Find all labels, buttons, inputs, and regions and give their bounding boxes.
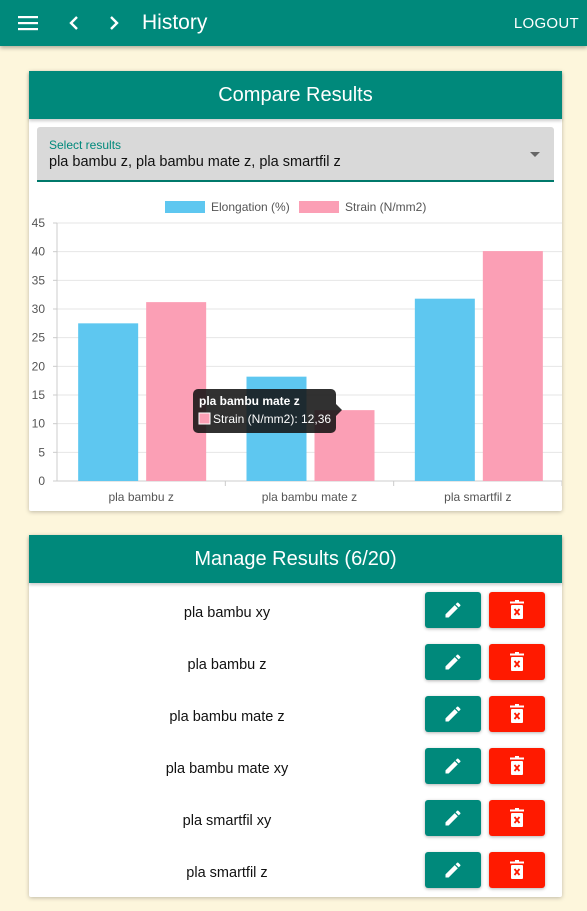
manage-results-card: Manage Results (6/20) pla bambu xy pla ba… xyxy=(29,535,562,897)
x-tick-label: pla smartfil z xyxy=(444,490,511,504)
trash-icon xyxy=(510,860,524,879)
trash-icon xyxy=(510,600,524,619)
y-tick-label: 30 xyxy=(32,302,46,316)
y-tick-label: 40 xyxy=(32,245,46,259)
delete-button[interactable] xyxy=(489,592,545,628)
result-name: pla smartfil xy xyxy=(182,813,272,829)
bar-elongation xyxy=(78,323,139,481)
trash-icon xyxy=(510,808,524,827)
result-row: pla smartfil xy xyxy=(29,795,562,847)
manage-results-title: Manage Results (6/20) xyxy=(29,535,562,583)
legend-label: Elongation (%) xyxy=(211,200,290,214)
edit-button[interactable] xyxy=(425,748,481,784)
menu-button[interactable] xyxy=(8,0,48,46)
tooltip-title: pla bambu mate z xyxy=(199,394,300,408)
tooltip-swatch xyxy=(198,412,211,425)
edit-button[interactable] xyxy=(425,644,481,680)
page-title: History xyxy=(142,11,208,34)
select-label: Select results xyxy=(49,138,122,152)
pencil-icon xyxy=(445,810,461,826)
comparison-bar-chart: 0 5 10 15 20 25 30 35 40 45 pla bambu z pla bambu m… xyxy=(32,200,562,504)
delete-button[interactable] xyxy=(489,852,545,888)
result-row: pla bambu xy xyxy=(29,587,562,639)
back-button[interactable] xyxy=(54,0,94,46)
delete-button[interactable] xyxy=(489,800,545,836)
select-value: pla bambu z, pla bambu mate z, pla smart… xyxy=(49,154,341,170)
y-tick-label: 20 xyxy=(32,359,46,373)
result-name: pla bambu xy xyxy=(183,605,271,621)
result-name: pla smartfil z xyxy=(186,865,268,881)
result-name: pla bambu mate xy xyxy=(165,761,289,777)
edit-button[interactable] xyxy=(425,852,481,888)
bar-strain xyxy=(482,251,543,481)
delete-button[interactable] xyxy=(489,696,545,732)
x-tick-label: pla bambu mate z xyxy=(262,490,357,504)
x-tick-label: pla bambu z xyxy=(108,490,173,504)
delete-button[interactable] xyxy=(489,644,545,680)
legend-label: Strain (N/mm2) xyxy=(345,200,426,214)
y-tick-label: 15 xyxy=(32,388,46,402)
edit-button[interactable] xyxy=(425,696,481,732)
logout-button[interactable]: LOGOUT xyxy=(514,15,579,32)
dropdown-arrow-icon xyxy=(530,152,540,157)
chevron-left-icon xyxy=(69,16,78,30)
y-tick-label: 5 xyxy=(38,445,45,459)
y-tick-label: 35 xyxy=(32,273,46,287)
y-tick-label: 25 xyxy=(32,331,46,345)
legend-swatch xyxy=(165,201,205,213)
chevron-right-icon xyxy=(110,16,119,30)
bar-elongation xyxy=(414,298,475,481)
pencil-icon xyxy=(445,862,461,878)
result-row: pla bambu z xyxy=(29,639,562,691)
menu-icon xyxy=(18,16,38,31)
edit-button[interactable] xyxy=(425,800,481,836)
forward-button[interactable] xyxy=(94,0,134,46)
result-row: pla bambu mate xy xyxy=(29,743,562,795)
y-tick-label: 0 xyxy=(38,474,45,488)
y-tick-label: 45 xyxy=(32,216,46,230)
result-row: pla smartfil z xyxy=(29,847,562,899)
pencil-icon xyxy=(445,706,461,722)
result-row: pla bambu mate z xyxy=(29,691,562,743)
pencil-icon xyxy=(445,758,461,774)
results-select[interactable]: Select results pla bambu z, pla bambu ma… xyxy=(37,127,554,182)
compare-results-card: Compare Results Select results pla bambu… xyxy=(29,71,562,511)
legend-swatch xyxy=(299,201,339,213)
trash-icon xyxy=(510,756,524,775)
result-name: pla bambu z xyxy=(187,657,267,673)
pencil-icon xyxy=(445,654,461,670)
trash-icon xyxy=(510,704,524,723)
edit-button[interactable] xyxy=(425,592,481,628)
y-tick-label: 10 xyxy=(32,417,46,431)
result-name: pla bambu mate z xyxy=(169,709,285,725)
delete-button[interactable] xyxy=(489,748,545,784)
pencil-icon xyxy=(445,602,461,618)
trash-icon xyxy=(510,652,524,671)
app-bar: History LOGOUT xyxy=(0,0,587,46)
tooltip-text: Strain (N/mm2): 12,36 xyxy=(213,412,331,426)
compare-results-title: Compare Results xyxy=(29,71,562,119)
